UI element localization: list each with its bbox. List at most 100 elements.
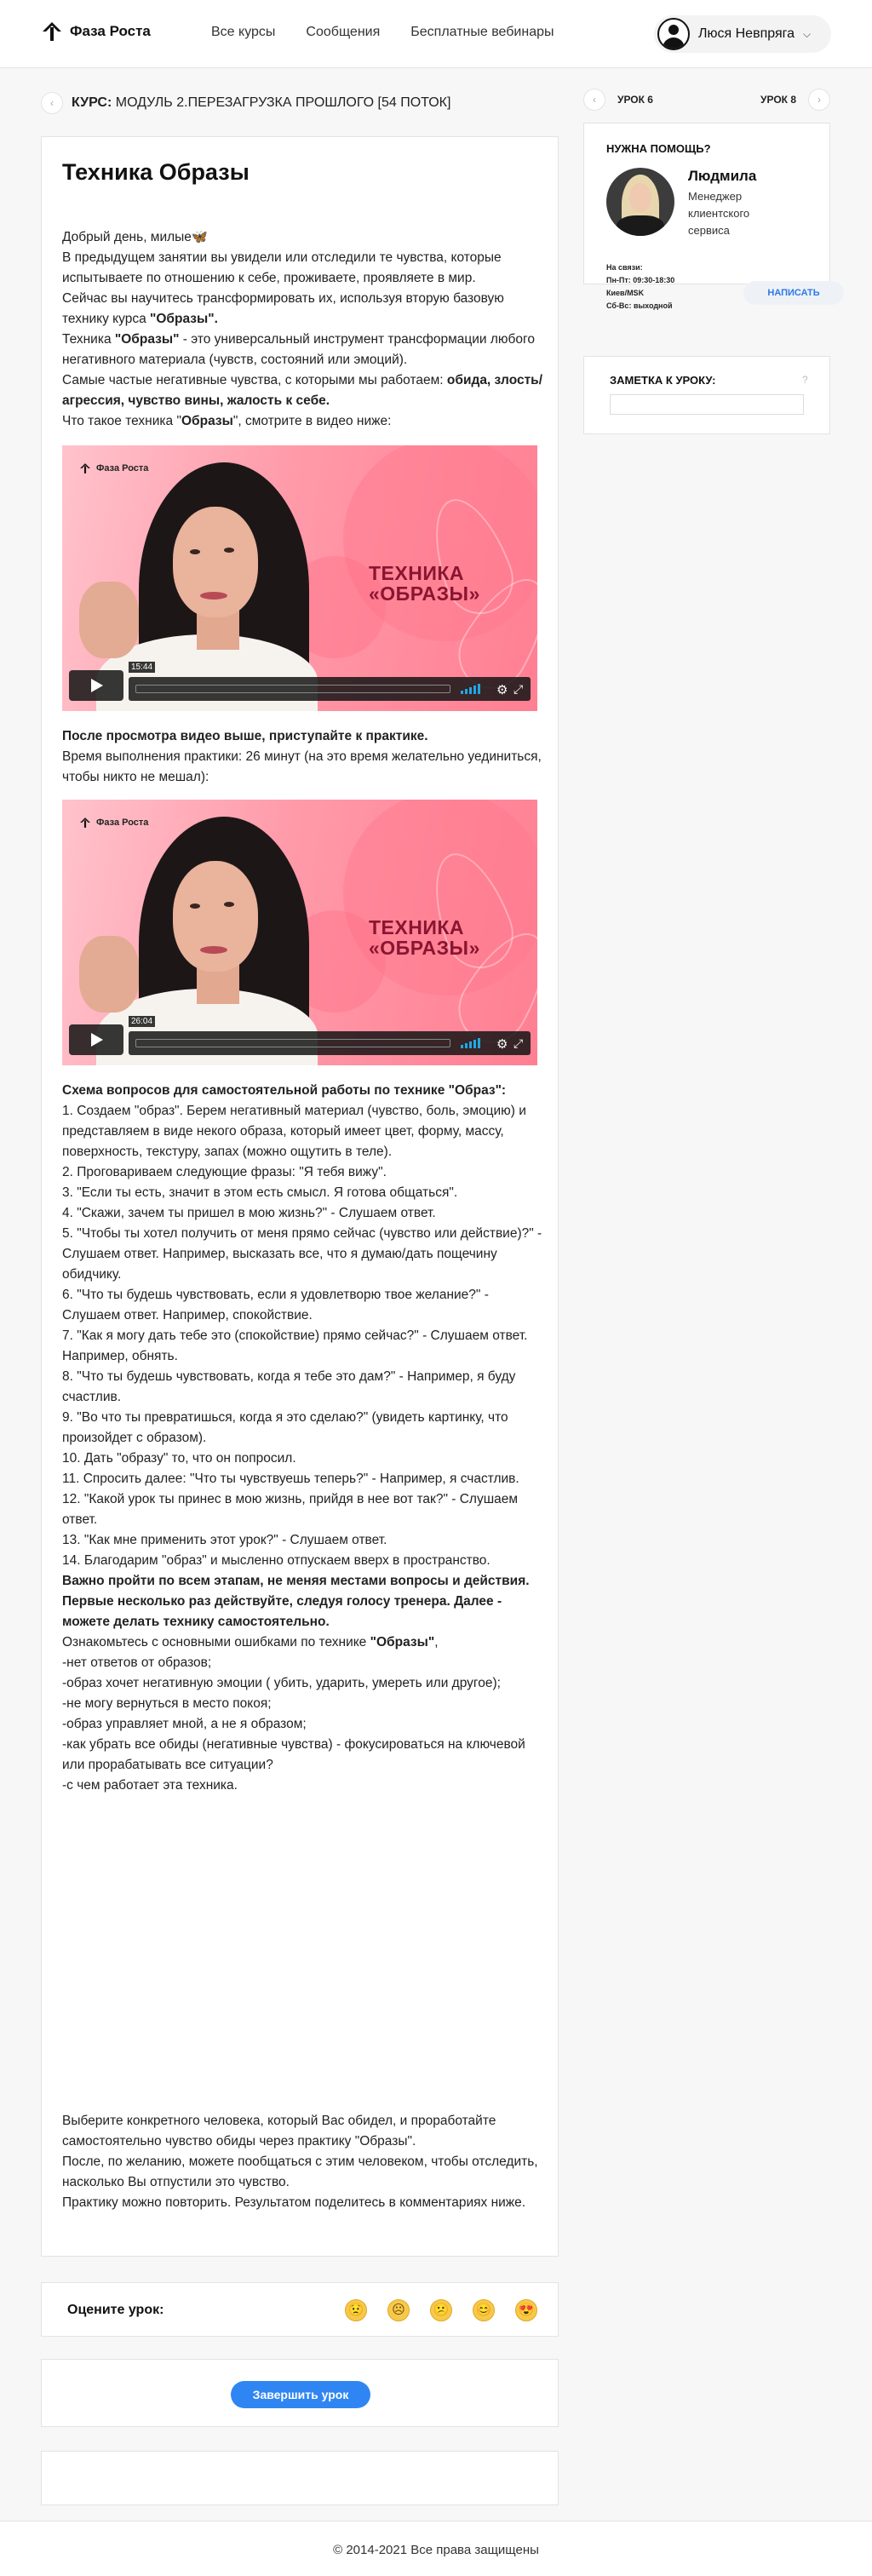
intro-paragraph: Техника "Образы" - это универсальный инс… bbox=[62, 332, 535, 367]
scheme-step: 7. "Как я могу дать тебе это (спокойстви… bbox=[62, 1328, 528, 1363]
main-nav: Все курсы Сообщения Бесплатные вебинары bbox=[211, 25, 554, 40]
user-menu[interactable]: Люся Невпряга ⌵ bbox=[654, 15, 831, 53]
progress-track[interactable] bbox=[135, 1039, 450, 1047]
scheme-step: 11. Спросить далее: "Что ты чувствуешь т… bbox=[62, 1472, 519, 1486]
scheme-step: 6. "Что ты будешь чувствовать, если я уд… bbox=[62, 1288, 489, 1322]
help-card: НУЖНА ПОМОЩЬ? Людмила Менеджер клиентско… bbox=[583, 123, 830, 310]
prev-lesson-button[interactable]: ‹ bbox=[583, 89, 605, 111]
nav-messages[interactable]: Сообщения bbox=[306, 25, 380, 40]
practice-time: Время выполнения практики: 26 минут (на … bbox=[62, 749, 542, 784]
write-button[interactable]: НАПИСАТЬ bbox=[743, 281, 844, 305]
mistake-item: -образ управляет мной, а не я образом; bbox=[62, 1717, 307, 1731]
video-title: ТЕХНИКА «ОБРАЗЫ» bbox=[369, 916, 480, 959]
fullscreen-icon[interactable]: ⤢ bbox=[513, 682, 523, 697]
top-header: Фаза Роста Все курсы Сообщения Бесплатны… bbox=[0, 0, 872, 68]
scheme-step: 10. Дать "образу" то, что он попросил. bbox=[62, 1451, 296, 1466]
nav-all-courses[interactable]: Все курсы bbox=[211, 25, 275, 40]
video-controls: 26:04 ⚙ ⤢ bbox=[69, 1016, 531, 1055]
settings-icon[interactable]: ⚙ bbox=[496, 1036, 508, 1052]
prev-lesson-label[interactable]: УРОК 6 bbox=[617, 94, 653, 106]
rating-emoji-1[interactable]: 😟 bbox=[345, 2299, 367, 2321]
mistake-item: -не могу вернуться в место покоя; bbox=[62, 1696, 272, 1711]
after-video-bold: После просмотра видео выше, приступайте … bbox=[62, 729, 428, 743]
rating-emoji-4[interactable]: 😊 bbox=[473, 2299, 495, 2321]
rating-emoji-5[interactable]: 😍 bbox=[515, 2299, 537, 2321]
note-input[interactable] bbox=[610, 394, 804, 415]
video-brand: Фаза Роста bbox=[79, 462, 148, 474]
final-paragraph: После, по желанию, можете пообщаться с э… bbox=[62, 2154, 538, 2189]
manager-avatar bbox=[606, 168, 674, 236]
user-name: Люся Невпряга bbox=[698, 26, 795, 41]
scheme-step: 13. "Как мне применить этот урок?" - Слу… bbox=[62, 1533, 387, 1547]
logo-icon bbox=[80, 463, 90, 473]
contact-hours: На связи: Пн-Пт: 09:30-18:30 Киев/MSK Сб… bbox=[606, 263, 675, 310]
scheme-step: 2. Проговариваем следующие фразы: "Я теб… bbox=[62, 1165, 387, 1179]
comments-card bbox=[41, 2451, 559, 2505]
final-instructions: Выберите конкретного человека, который В… bbox=[62, 2111, 543, 2213]
logo[interactable]: Фаза Роста bbox=[41, 20, 151, 43]
footer: © 2014-2021 Все права защищены bbox=[0, 2521, 872, 2576]
scheme-step: 14. Благодарим "образ" и мысленно отпуск… bbox=[62, 1553, 490, 1568]
course-breadcrumb: ‹ КУРС: МОДУЛЬ 2.ПЕРЕЗАГРУЗКА ПРОШЛОГО [… bbox=[41, 92, 450, 114]
after-video-text: После просмотра видео выше, приступайте … bbox=[62, 726, 543, 788]
logo-icon bbox=[43, 22, 61, 41]
logo-text: Фаза Роста bbox=[70, 23, 151, 39]
settings-icon[interactable]: ⚙ bbox=[496, 682, 508, 697]
note-title: ЗАМЕТКА К УРОКУ: bbox=[610, 374, 716, 387]
note-card: ЗАМЕТКА К УРОКУ: ? bbox=[583, 356, 830, 434]
rating-emoji-2[interactable]: ☹ bbox=[387, 2299, 410, 2321]
chevron-left-icon: ‹ bbox=[593, 94, 596, 106]
chevron-left-icon: ‹ bbox=[50, 97, 54, 109]
scheme-step: 3. "Если ты есть, значит в этом есть смы… bbox=[62, 1185, 458, 1200]
fullscreen-icon[interactable]: ⤢ bbox=[513, 1036, 523, 1051]
mistake-item: -с чем работает эта техника. bbox=[62, 1778, 238, 1793]
video-time: 26:04 bbox=[129, 1016, 156, 1027]
rating-label: Оцените урок: bbox=[67, 2303, 164, 2317]
play-button[interactable] bbox=[69, 1024, 123, 1055]
intro-paragraph: Сейчас вы научитесь трансформировать их,… bbox=[62, 291, 504, 326]
video-player-2[interactable]: Фаза Роста ТЕХНИКА «ОБРАЗЫ» 26:04 ⚙ ⤢ bbox=[62, 800, 537, 1065]
rating-card: Оцените урок: 😟 ☹ 😕 😊 😍 bbox=[41, 2282, 559, 2337]
course-name: МОДУЛЬ 2.ПЕРЕЗАГРУЗКА ПРОШЛОГО [54 ПОТОК… bbox=[115, 95, 451, 110]
avatar bbox=[657, 18, 690, 50]
scheme-title: Схема вопросов для самостоятельной работ… bbox=[62, 1083, 507, 1098]
scheme-step: 8. "Что ты будешь чувствовать, когда я т… bbox=[62, 1369, 516, 1404]
lesson-title: Техника Образы bbox=[62, 159, 250, 185]
next-lesson-button[interactable]: › bbox=[808, 89, 830, 111]
volume-icon[interactable] bbox=[461, 1038, 480, 1048]
video-controls: 15:44 ⚙ ⤢ bbox=[69, 662, 531, 701]
nav-webinars[interactable]: Бесплатные вебинары bbox=[410, 25, 554, 40]
video-player-1[interactable]: Фаза Роста ТЕХНИКА «ОБРАЗЫ» 15:44 ⚙ ⤢ bbox=[62, 445, 537, 711]
help-title: НУЖНА ПОМОЩЬ? bbox=[606, 142, 711, 155]
scheme-step: 5. "Чтобы ты хотел получить от меня прям… bbox=[62, 1226, 542, 1282]
mistakes-intro: Ознакомьтесь с основными ошибками по тех… bbox=[62, 1635, 439, 1649]
mistake-item: -образ хочет негативную эмоции ( убить, … bbox=[62, 1676, 501, 1690]
lesson-card: Техника Образы Добрый день, милые🦋 В пре… bbox=[41, 136, 559, 2257]
intro-paragraph: В предыдущем занятии вы увидели или отсл… bbox=[62, 250, 502, 285]
course-title: КУРС: МОДУЛЬ 2.ПЕРЕЗАГРУЗКА ПРОШЛОГО [54… bbox=[72, 95, 450, 111]
rating-emoji-3[interactable]: 😕 bbox=[430, 2299, 452, 2321]
play-button[interactable] bbox=[69, 670, 123, 701]
finish-card: Завершить урок bbox=[41, 2359, 559, 2427]
video-title: ТЕХНИКА «ОБРАЗЫ» bbox=[369, 562, 480, 605]
intro-paragraph: Самые частые негативные чувства, с котор… bbox=[62, 373, 543, 408]
back-button[interactable]: ‹ bbox=[41, 92, 63, 114]
scheme-step: 9. "Во что ты превратишься, когда я это … bbox=[62, 1410, 508, 1445]
scheme-step: 12. "Какой урок ты принес в мою жизнь, п… bbox=[62, 1492, 519, 1527]
video-time: 15:44 bbox=[129, 662, 156, 673]
important-note: Важно пройти по всем этапам, не меняя ме… bbox=[62, 1574, 530, 1629]
course-prefix: КУРС: bbox=[72, 95, 112, 110]
mistake-item: -нет ответов от образов; bbox=[62, 1655, 212, 1670]
mistake-item: -как убрать все обиды (негативные чувств… bbox=[62, 1737, 525, 1772]
video-brand: Фаза Роста bbox=[79, 817, 148, 829]
finish-lesson-button[interactable]: Завершить урок bbox=[231, 2381, 370, 2408]
progress-track[interactable] bbox=[135, 685, 450, 693]
next-lesson-label[interactable]: УРОК 8 bbox=[760, 94, 796, 106]
lesson-intro: Добрый день, милые🦋 В предыдущем занятии… bbox=[62, 227, 543, 432]
volume-icon[interactable] bbox=[461, 684, 480, 694]
help-icon[interactable]: ? bbox=[802, 374, 808, 386]
scheme-step: 4. "Скажи, зачем ты пришел в мою жизнь?"… bbox=[62, 1206, 436, 1220]
scheme-section: Схема вопросов для самостоятельной работ… bbox=[62, 1081, 543, 1796]
scheme-step: 1. Создаем "образ". Берем негативный мат… bbox=[62, 1104, 526, 1159]
copyright: © 2014-2021 Все права защищены bbox=[333, 2543, 539, 2557]
